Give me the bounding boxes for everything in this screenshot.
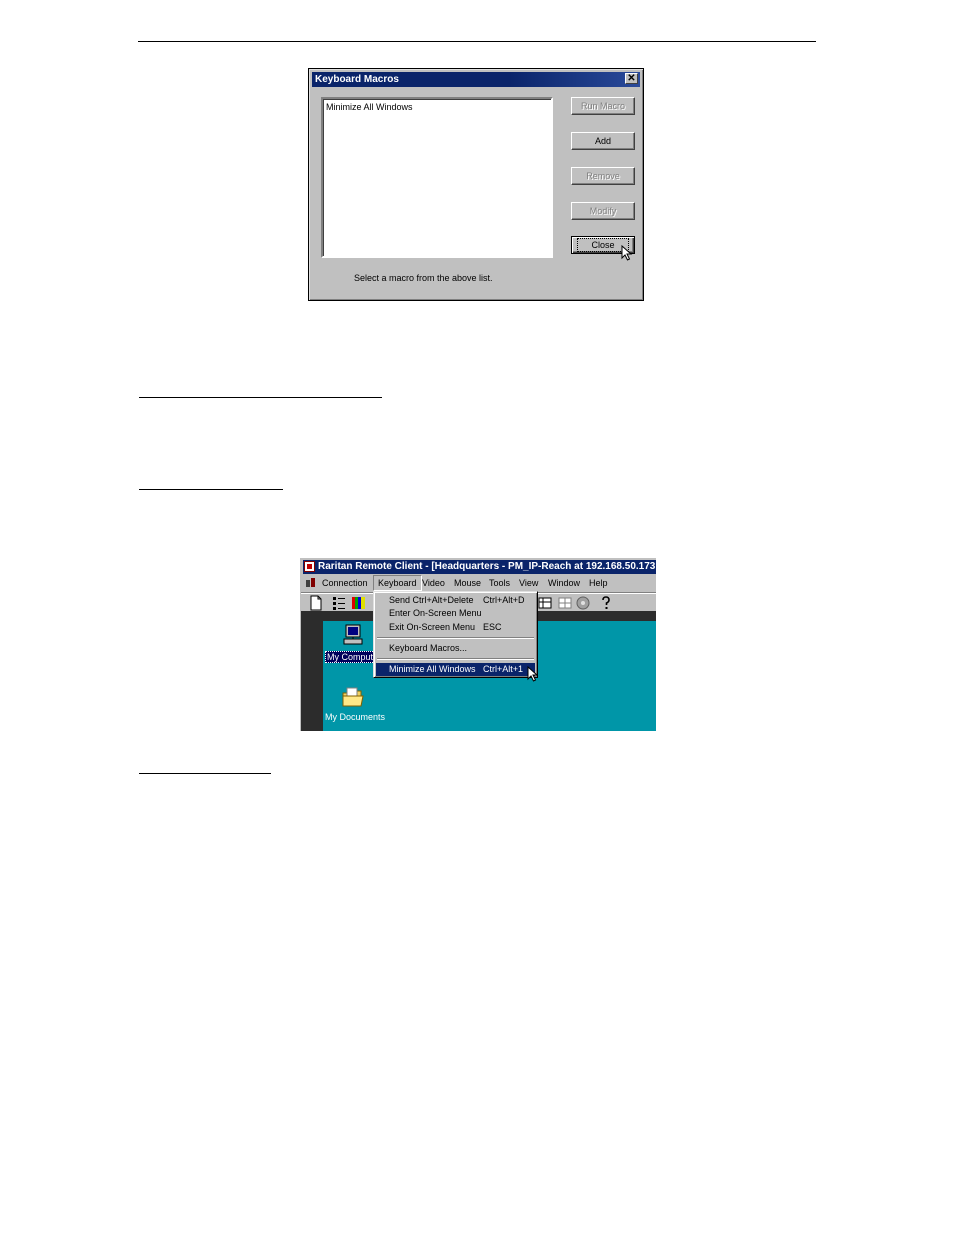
connection-menu-icon [306,578,315,587]
dialog-titlebar: Keyboard Macros ✕ [312,72,640,87]
heading-underline [139,773,271,774]
menu-separator [377,658,534,660]
menu-keyboard[interactable]: Keyboard [373,575,422,591]
menu-item-send-cad[interactable]: Send Ctrl+Alt+Delete Ctrl+Alt+D [376,594,535,607]
dialog-title: Keyboard Macros [315,74,399,85]
heading-underline [139,489,283,490]
run-macro-button[interactable]: Run Macro [571,97,635,115]
new-connection-icon[interactable] [308,595,324,611]
menu-separator [377,637,534,639]
heading-underline [139,397,382,398]
my-documents-label[interactable]: My Documents [325,712,385,722]
menu-video[interactable]: Video [418,575,449,591]
menu-item-label: Keyboard Macros... [389,643,468,653]
remove-button[interactable]: Remove [571,167,635,185]
tile-view-icon[interactable] [537,595,553,611]
keyboard-macros-dialog: Keyboard Macros ✕ Minimize All Windows R… [308,68,644,301]
mouse-pointer-icon [621,245,633,261]
menu-item-label: Minimize All Windows [389,664,476,674]
mouse-pointer-icon [527,666,539,682]
grid-view-icon[interactable] [557,595,573,611]
menu-connection[interactable]: Connection [318,575,372,591]
menu-item-label: Exit On-Screen Menu [389,622,476,632]
close-button-label: Close [577,238,629,252]
raritan-app-icon [304,561,315,572]
menu-item-label: Enter On-Screen Menu [389,608,482,618]
menu-item-minimize-all[interactable]: Minimize All Windows Ctrl+Alt+1 [376,663,535,676]
menu-item-shortcut: ESC [483,622,502,632]
menu-window[interactable]: Window [544,575,584,591]
my-computer-label[interactable]: My Comput [325,651,376,663]
menu-item-keyboard-macros[interactable]: Keyboard Macros... [376,642,535,655]
list-item[interactable]: Minimize All Windows [326,102,413,112]
keyboard-menu: Send Ctrl+Alt+Delete Ctrl+Alt+D Enter On… [373,591,538,678]
menu-item-label: Send Ctrl+Alt+Delete [389,595,474,605]
menu-item-shortcut: Ctrl+Alt+1 [483,664,524,674]
add-button[interactable]: Add [571,132,635,150]
close-icon[interactable]: ✕ [625,73,638,84]
menu-mouse[interactable]: Mouse [450,575,485,591]
macro-list[interactable]: Minimize All Windows [321,97,553,258]
video-colors-icon[interactable] [351,595,367,611]
menu-view[interactable]: View [515,575,542,591]
menu-item-exit-osm[interactable]: Exit On-Screen Menu ESC [376,621,535,634]
properties-icon[interactable] [331,595,347,611]
menu-item-enter-osm[interactable]: Enter On-Screen Menu [376,607,535,620]
help-icon[interactable] [598,595,614,611]
remote-client-window: Raritan Remote Client - [Headquarters - … [300,558,656,731]
app-titlebar: Raritan Remote Client - [Headquarters - … [303,560,656,574]
app-title: Raritan Remote Client - [Headquarters - … [318,561,656,572]
status-text: Select a macro from the above list. [354,273,493,283]
my-computer-icon[interactable] [343,624,363,646]
menu-tools[interactable]: Tools [485,575,514,591]
menu-item-shortcut: Ctrl+Alt+D [483,595,525,605]
menu-bar: Connection Keyboard Video Mouse Tools Vi… [301,575,656,591]
modify-button[interactable]: Modify [571,202,635,220]
menu-help[interactable]: Help [585,575,612,591]
header-rule [138,41,816,42]
my-documents-icon[interactable] [341,685,365,709]
settings-icon[interactable] [575,595,591,611]
